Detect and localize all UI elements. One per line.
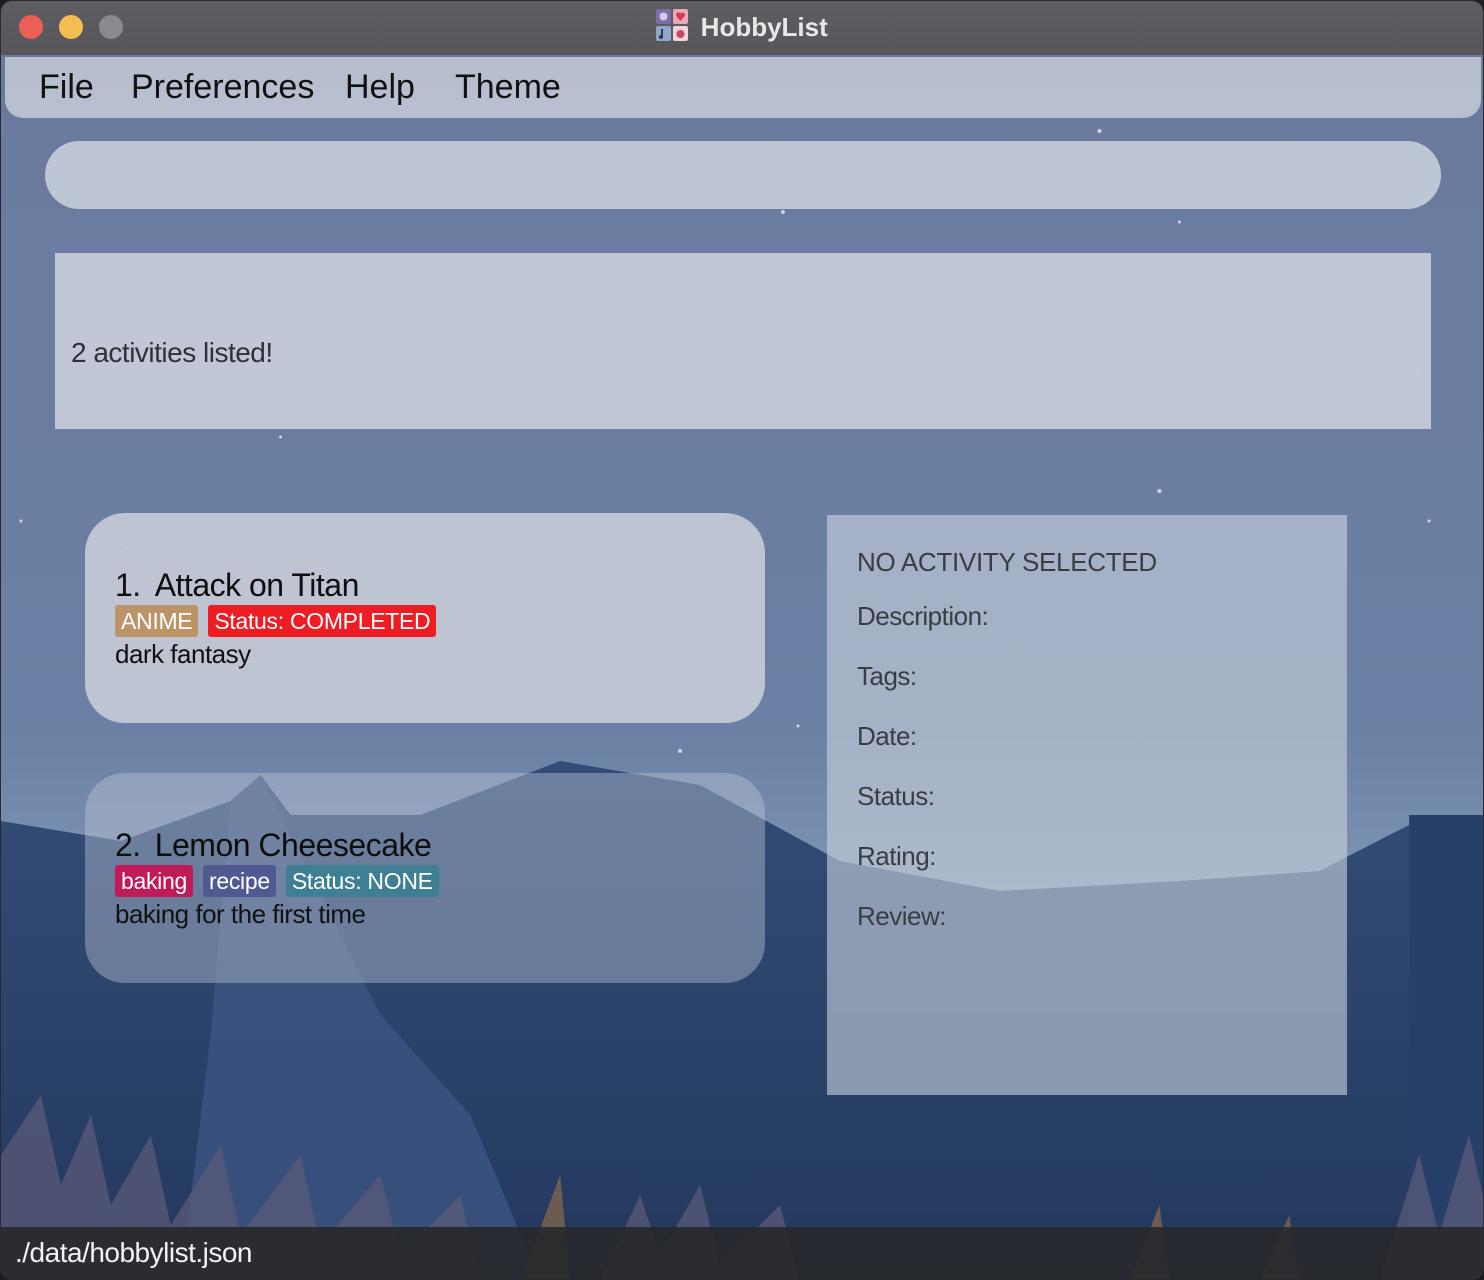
menu-help[interactable]: Help [345,67,415,107]
tag-badge: recipe [202,865,276,897]
activity-description: baking for the first time [115,899,366,929]
status-badge: Status: NONE [285,865,439,897]
detail-tags-label: Tags: [857,661,917,691]
activity-title: 1. Attack on Titan [115,567,359,604]
title-bar: HobbyList [1,1,1483,56]
window-title-area: HobbyList [1,9,1483,45]
activity-title: 2. Lemon Cheesecake [115,827,432,864]
detail-date-label: Date: [857,721,917,751]
activity-index: 1. [115,567,141,603]
result-message: 2 activities listed! [71,337,273,368]
app-logo-icon [656,9,689,41]
activity-name: Attack on Titan [154,567,360,603]
tag-badge: ANIME [115,605,199,637]
activity-tags: ANIME Status: COMPLETED [115,605,446,637]
activity-tags: baking recipe Status: NONE [115,865,449,897]
activity-index: 2. [115,827,141,863]
detail-rating-label: Rating: [857,841,936,871]
details-header: NO ACTIVITY SELECTED [857,547,1157,577]
menu-file[interactable]: File [39,67,94,107]
window-title: HobbyList [700,12,828,42]
activity-card[interactable]: 2. Lemon Cheesecake baking recipe Status: N… [85,773,765,983]
detail-status-label: Status: [857,781,935,811]
activity-details-panel: NO ACTIVITY SELECTED Description: Tags: … [827,515,1347,1095]
activity-description: dark fantasy [115,639,251,669]
menu-bar: File Preferences Help Theme [5,57,1481,118]
detail-description-label: Description: [857,601,989,631]
menu-theme[interactable]: Theme [455,67,561,107]
activity-card[interactable]: 1. Attack on Titan ANIME Status: COMPLETED… [85,513,765,723]
activity-name: Lemon Cheesecake [154,827,432,863]
result-display: 2 activities listed! [55,253,1431,429]
app-window: HobbyList File Preferences Help Theme 2 … [0,0,1484,1280]
data-file-path: ./data/hobbylist.json [15,1237,253,1268]
command-input[interactable] [45,141,1441,209]
status-bar: ./data/hobbylist.json [1,1227,1483,1279]
detail-review-label: Review: [857,901,946,931]
status-badge: Status: COMPLETED [208,605,437,637]
menu-preferences[interactable]: Preferences [131,67,314,107]
tag-badge: baking [115,865,193,897]
